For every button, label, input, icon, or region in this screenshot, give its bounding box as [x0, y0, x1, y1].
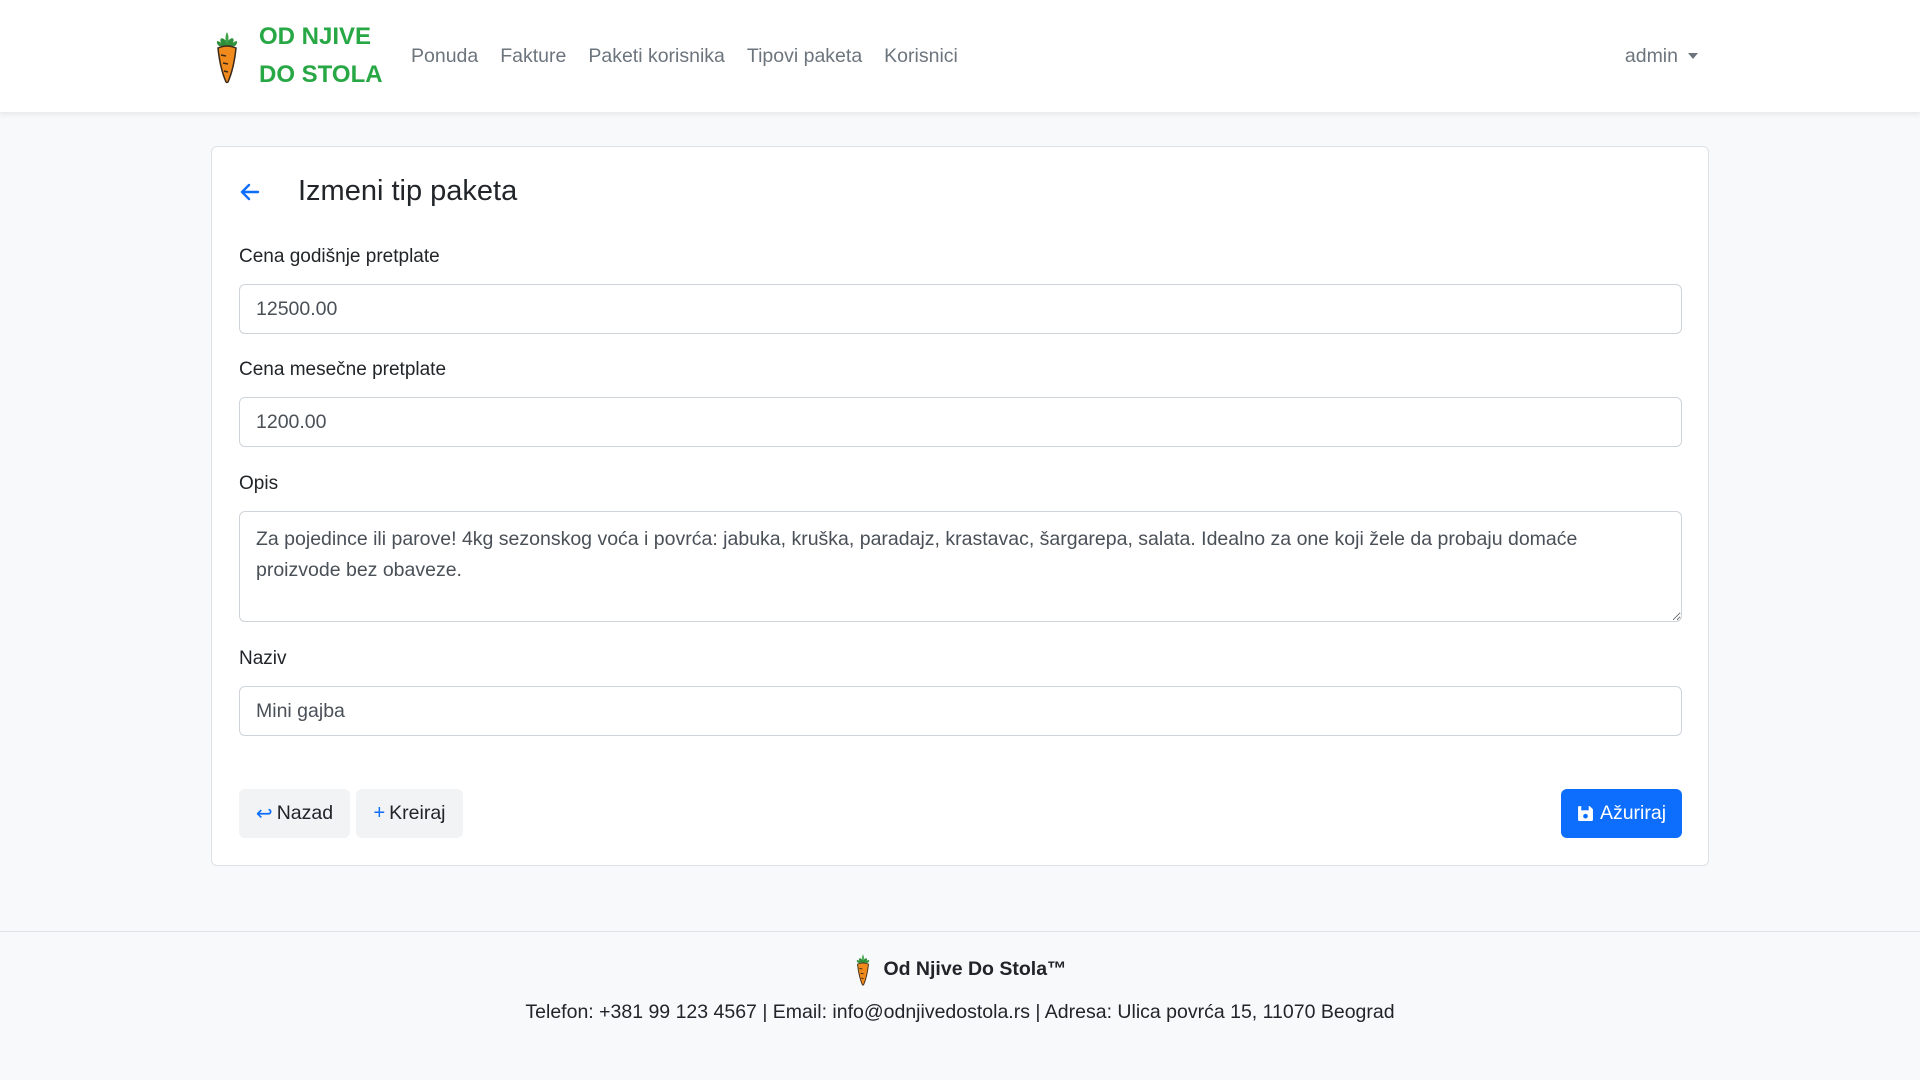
monthly-price-input[interactable] [239, 397, 1682, 447]
create-button[interactable]: + Kreiraj [356, 789, 463, 838]
name-input[interactable] [239, 686, 1682, 736]
carrot-icon [857, 954, 870, 986]
description-label: Opis [239, 473, 279, 494]
back-button[interactable]: ↩ Nazad [239, 789, 350, 838]
update-button[interactable]: Ažuriraj [1561, 789, 1682, 838]
footer-contact-info: Telefon: +381 99 123 4567 | Email: info@… [525, 1001, 1395, 1023]
nav-link-tipovi-paketa[interactable]: Tipovi paketa [736, 45, 873, 68]
nav-link-ponuda[interactable]: Ponuda [400, 45, 489, 68]
update-button-label: Ažuriraj [1599, 802, 1667, 824]
brand-name: OD NJIVE DO STOLA [259, 18, 384, 94]
nav-link-fakture[interactable]: Fakture [489, 45, 577, 68]
footer-brand: Od Njive Do Stola™ [0, 952, 1920, 986]
nav-link-paketi-korisnika[interactable]: Paketi korisnika [577, 45, 736, 68]
edit-package-type-card: Izmeni tip paketa Cena godišnje pretplat… [211, 146, 1709, 866]
name-label: Naziv [239, 648, 287, 669]
user-dropdown[interactable]: admin [1625, 45, 1698, 68]
carrot-icon [216, 32, 238, 84]
description-textarea[interactable]: Za pojedince ili parove! 4kg sezonskog v… [239, 511, 1682, 622]
footer-brand-name: Od Njive Do Stola™ [883, 957, 1067, 980]
back-button-label: Nazad [276, 802, 334, 824]
caret-down-icon [1688, 53, 1698, 59]
brand-link[interactable]: OD NJIVE DO STOLA [211, 18, 384, 94]
navbar-inner: OD NJIVE DO STOLA Ponuda Fakture Paketi … [211, 0, 1709, 112]
create-button-label: Kreiraj [389, 802, 446, 824]
footer: Od Njive Do Stola™ Telefon: +381 99 123 … [0, 931, 1920, 1080]
brand-line-2: DO STOLA [259, 61, 383, 88]
yearly-price-label: Cena godišnje pretplate [239, 246, 440, 267]
nav-link-korisnici[interactable]: Korisnici [873, 45, 969, 68]
navbar: OD NJIVE DO STOLA Ponuda Fakture Paketi … [0, 0, 1920, 113]
arrow-left-icon[interactable] [238, 180, 262, 204]
card-header: Izmeni tip paketa [238, 175, 517, 208]
return-arrow-icon: ↩ [255, 803, 273, 825]
nav-links: Ponuda Fakture Paketi korisnika Tipovi p… [400, 45, 969, 68]
yearly-price-input[interactable] [239, 284, 1682, 334]
brand-line-1: OD NJIVE [259, 23, 372, 50]
monthly-price-label: Cena mesečne pretplate [239, 359, 447, 380]
floppy-disk-icon [1578, 806, 1593, 821]
page-title: Izmeni tip paketa [298, 175, 518, 207]
user-name: admin [1624, 44, 1678, 67]
plus-icon: + [373, 802, 386, 824]
